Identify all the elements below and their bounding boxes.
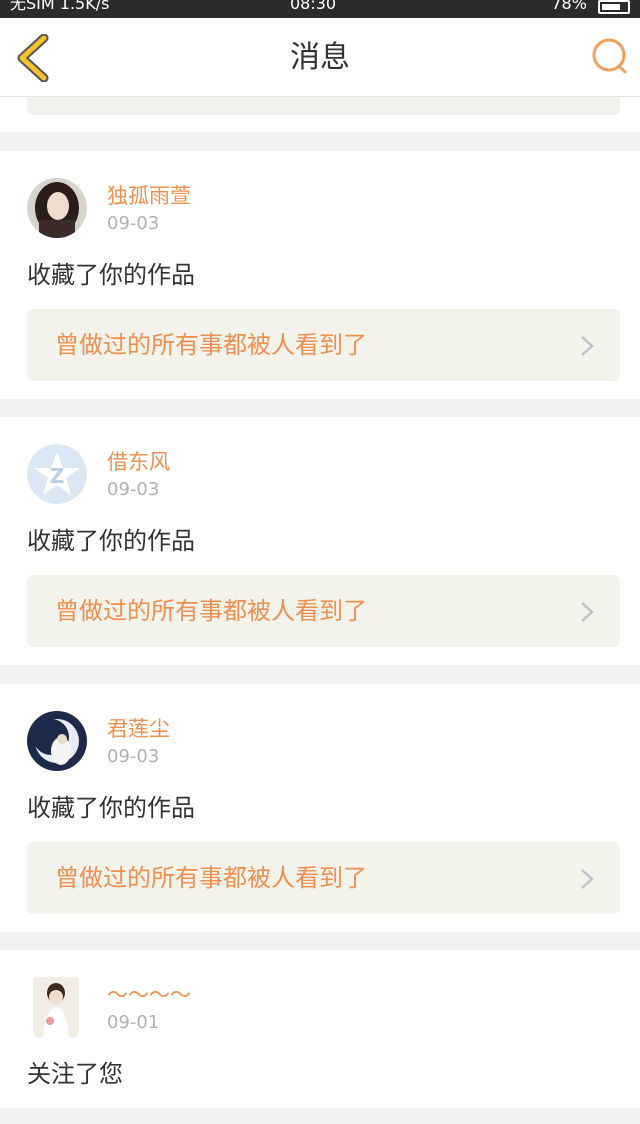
chevron-right-icon <box>581 602 594 622</box>
avatar[interactable] <box>27 178 87 238</box>
clock: 08:30 <box>290 0 337 13</box>
search-button[interactable] <box>590 36 630 76</box>
message-date: 09-03 <box>107 746 160 767</box>
chevron-right-icon <box>581 336 594 356</box>
message-card[interactable]: 独孤雨萱 09-03 收藏了你的作品 曾做过的所有事都被人看到了 <box>0 151 640 399</box>
quoted-work-title: 曾做过的所有事都被人看到了 <box>55 331 367 359</box>
battery-icon <box>598 0 630 14</box>
message-date: 09-03 <box>107 479 160 500</box>
chevron-right-icon <box>581 869 594 889</box>
username[interactable]: 独孤雨萱 <box>107 183 191 209</box>
battery-level: 78% <box>551 0 587 13</box>
avatar[interactable] <box>27 711 87 771</box>
message-card[interactable]: Z 借东风 09-03 收藏了你的作品 曾做过的所有事都被人看到了 <box>0 417 640 665</box>
username[interactable]: ～～～～ <box>107 982 191 1008</box>
nav-bar: 消息 <box>0 18 640 97</box>
username[interactable]: 君莲尘 <box>107 716 170 742</box>
message-card[interactable]: 君莲尘 09-03 收藏了你的作品 曾做过的所有事都被人看到了 <box>0 684 640 932</box>
quote-box-fragment <box>27 97 620 115</box>
message-action: 收藏了你的作品 <box>27 261 195 289</box>
message-action: 关注了您 <box>27 1060 123 1088</box>
carrier-text: 无SIM 1.5K/s <box>10 0 110 13</box>
message-date: 09-01 <box>107 1012 160 1033</box>
svg-text:Z: Z <box>50 464 65 488</box>
message-action: 收藏了你的作品 <box>27 527 195 555</box>
quoted-work[interactable]: 曾做过的所有事都被人看到了 <box>27 842 620 914</box>
quoted-work[interactable]: 曾做过的所有事都被人看到了 <box>27 575 620 647</box>
message-card[interactable]: ～～～～ 09-01 关注了您 <box>0 950 640 1108</box>
message-action: 收藏了你的作品 <box>27 794 195 822</box>
status-right: 78% <box>551 0 630 14</box>
search-icon <box>592 38 627 74</box>
page-title: 消息 <box>290 40 350 75</box>
avatar[interactable]: Z <box>27 444 87 504</box>
previous-card-fragment <box>0 97 640 132</box>
quoted-work[interactable]: 曾做过的所有事都被人看到了 <box>27 309 620 381</box>
status-bar: 无SIM 1.5K/s 08:30 78% <box>0 0 640 18</box>
avatar[interactable] <box>33 977 79 1037</box>
message-date: 09-03 <box>107 213 160 234</box>
quoted-work-title: 曾做过的所有事都被人看到了 <box>55 864 367 892</box>
quoted-work-title: 曾做过的所有事都被人看到了 <box>55 597 367 625</box>
username[interactable]: 借东风 <box>107 449 170 475</box>
